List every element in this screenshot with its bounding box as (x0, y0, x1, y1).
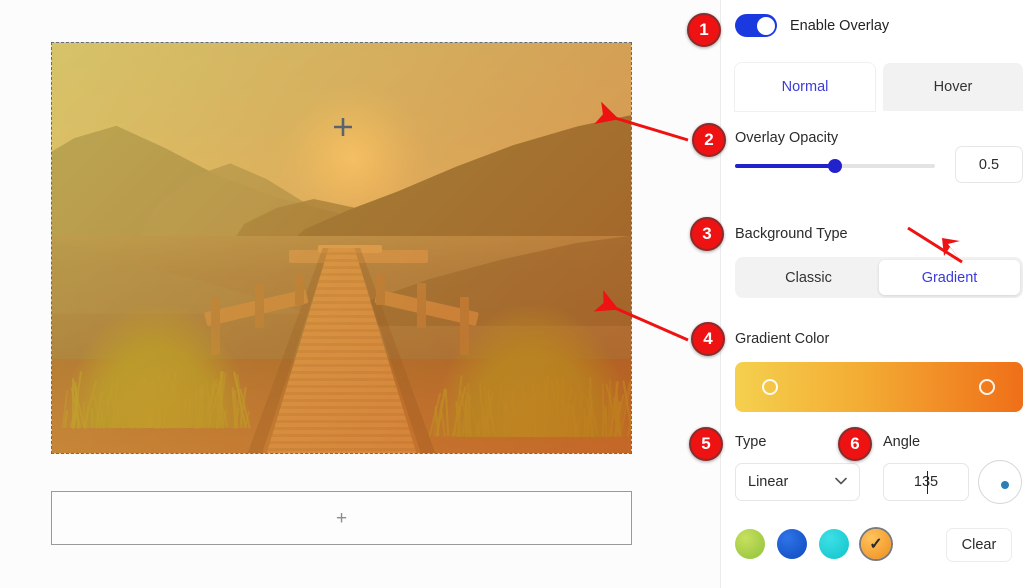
tab-normal[interactable]: Normal (735, 63, 875, 111)
gradient-angle-input[interactable]: 135 (883, 463, 969, 501)
swatch-cyan[interactable] (819, 529, 849, 559)
enable-overlay-toggle[interactable] (735, 14, 777, 37)
annotation-badge-1: 1 (687, 13, 721, 47)
gradient-angle-label: Angle (883, 434, 920, 450)
gradient-stop-end[interactable] (979, 379, 995, 395)
color-swatch-list: ✓ (735, 529, 891, 559)
gradient-angle-value: 135 (914, 474, 938, 490)
overlay-opacity-label: Overlay Opacity (735, 130, 838, 146)
gradient-stop-start[interactable] (762, 379, 778, 395)
swatch-orange-selected[interactable]: ✓ (861, 529, 891, 559)
text-caret (927, 471, 928, 494)
background-type-segmented-control: Classic Gradient (735, 257, 1023, 298)
tab-hover[interactable]: Hover (883, 63, 1023, 111)
background-type-gradient[interactable]: Gradient (879, 260, 1020, 295)
overlay-opacity-input[interactable]: 0.5 (955, 146, 1023, 183)
tab-normal-label: Normal (782, 79, 829, 95)
gradient-type-value: Linear (748, 474, 788, 490)
swatch-blue[interactable] (777, 529, 807, 559)
check-icon: ✓ (861, 529, 891, 559)
tab-hover-label: Hover (934, 79, 973, 95)
plus-icon: + (336, 509, 347, 528)
overlay-opacity-slider[interactable] (735, 164, 935, 168)
overlay-preview-image[interactable] (51, 42, 632, 454)
gradient-color-bar[interactable] (735, 362, 1023, 412)
gradient-type-select[interactable]: Linear (735, 463, 860, 501)
editor-canvas-pane: + (0, 0, 720, 588)
enable-overlay-label: Enable Overlay (790, 18, 889, 34)
background-type-label: Background Type (735, 226, 848, 242)
clear-button-label: Clear (962, 537, 997, 553)
gradient-color-label: Gradient Color (735, 331, 829, 347)
angle-dial-handle[interactable] (1001, 481, 1009, 489)
slider-fill (735, 164, 835, 168)
app-root: + Enable Overlay Normal Hover Overlay Op… (0, 0, 1024, 588)
state-tabs: Normal Hover (735, 63, 1023, 111)
gradient-type-label: Type (735, 434, 766, 450)
plus-cursor-icon (332, 116, 354, 138)
settings-panel: Enable Overlay Normal Hover Overlay Opac… (720, 0, 1024, 588)
gradient-overlay-tint (52, 43, 631, 453)
add-element-placeholder[interactable]: + (51, 491, 632, 545)
clear-button[interactable]: Clear (946, 528, 1012, 562)
slider-thumb[interactable] (828, 159, 842, 173)
background-type-gradient-label: Gradient (922, 270, 978, 286)
background-type-classic[interactable]: Classic (738, 260, 879, 295)
toggle-knob (757, 17, 775, 35)
swatch-green[interactable] (735, 529, 765, 559)
annotation-badge-2: 2 (692, 123, 726, 157)
tab-gap (875, 63, 883, 111)
photo-content (52, 43, 631, 453)
overlay-opacity-row: 0.5 (735, 164, 1023, 168)
background-type-classic-label: Classic (785, 270, 832, 286)
annotation-badge-6: 6 (838, 427, 872, 461)
enable-overlay-row: Enable Overlay (735, 14, 889, 37)
annotation-badge-5: 5 (689, 427, 723, 461)
annotation-badge-3: 3 (690, 217, 724, 251)
annotation-badge-4: 4 (691, 322, 725, 356)
chevron-down-icon (835, 476, 847, 488)
angle-dial-knob[interactable] (978, 460, 1022, 504)
